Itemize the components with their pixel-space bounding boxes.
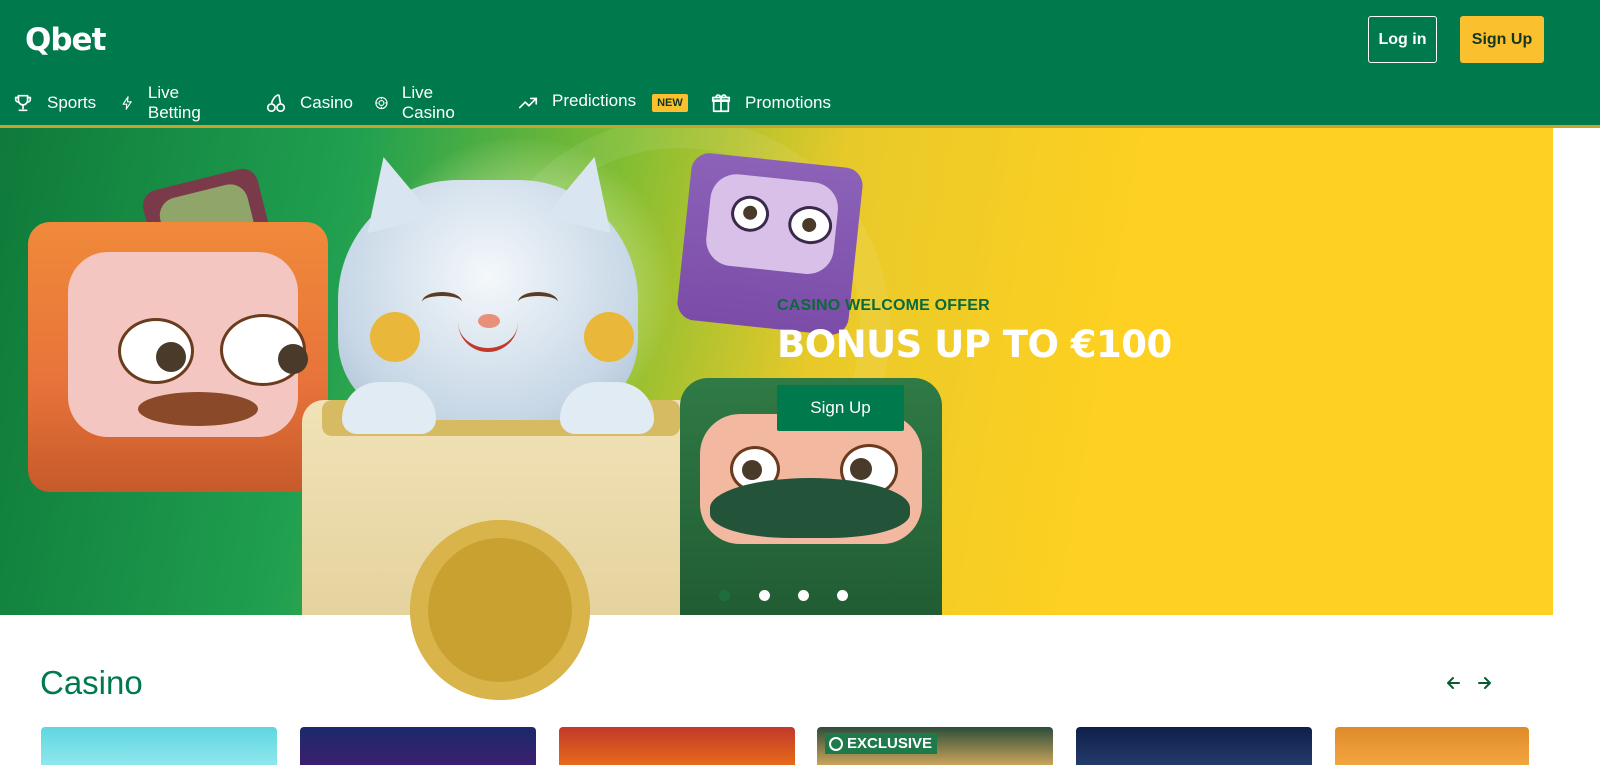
game-tile-2[interactable]: [300, 727, 536, 765]
carousel-dot-3[interactable]: [798, 590, 809, 601]
hero-title: BONUS UP TO €100: [777, 323, 1172, 366]
game-tile-1[interactable]: [41, 727, 277, 765]
hero-eyebrow: CASINO WELCOME OFFER: [777, 297, 990, 314]
exclusive-label: EXCLUSIVE: [847, 735, 933, 752]
game-tile-6[interactable]: [1335, 727, 1529, 765]
nav-label-predictions: Predictions: [552, 91, 637, 110]
nav-item-casino[interactable]: Casino: [265, 86, 353, 120]
nav-label-live-betting: Live Betting: [147, 83, 201, 122]
lightning-icon: [122, 96, 132, 110]
nav-item-sports[interactable]: Sports: [12, 86, 96, 120]
nav-item-promotions[interactable]: Promotions: [710, 86, 831, 120]
qbet-logo[interactable]: Qbet: [25, 22, 106, 58]
cat-left-paw: [342, 382, 436, 434]
trending-up-icon: [518, 97, 538, 109]
hero-right-edge: [1553, 128, 1600, 615]
nav-label-promotions: Promotions: [745, 93, 831, 112]
carousel-dot-1[interactable]: [719, 590, 730, 601]
game-tile-3[interactable]: [559, 727, 795, 765]
new-badge: NEW: [652, 94, 688, 112]
nav-label-casino: Casino: [300, 93, 353, 112]
exclusive-tag: EXCLUSIVE: [825, 733, 938, 754]
gift-icon: [711, 94, 731, 113]
nav-label-live-casino: Live Casino: [401, 83, 455, 122]
signup-button[interactable]: Sign Up: [1460, 16, 1544, 63]
nav-item-live-betting[interactable]: Live Betting: [120, 83, 208, 122]
carousel-dot-2[interactable]: [759, 590, 770, 601]
arrow-left-icon[interactable]: [1444, 673, 1464, 693]
nav-label-sports: Sports: [47, 93, 97, 112]
nav-item-live-casino[interactable]: Live Casino: [374, 83, 462, 122]
casino-section-title: Casino: [40, 664, 143, 701]
game-tile-4[interactable]: EXCLUSIVE: [817, 727, 1053, 765]
qbet-q-icon: [829, 736, 843, 751]
game-tile-5[interactable]: [1076, 727, 1312, 765]
cat-right-paw: [560, 382, 654, 434]
carousel-dot-4[interactable]: [837, 590, 848, 601]
login-button[interactable]: Log in: [1368, 16, 1437, 63]
arrow-right-icon[interactable]: [1474, 673, 1494, 693]
top-header: Qbet Log in Sign Up Sports Live Betting …: [0, 0, 1600, 128]
hero-signup-button[interactable]: Sign Up: [777, 385, 904, 431]
cherries-icon: [266, 93, 286, 113]
chip-icon: [375, 96, 388, 110]
nav-item-predictions[interactable]: Predictions NEW: [517, 86, 688, 120]
trophy-icon: [14, 94, 32, 112]
orange-daruma-character: [28, 222, 328, 492]
